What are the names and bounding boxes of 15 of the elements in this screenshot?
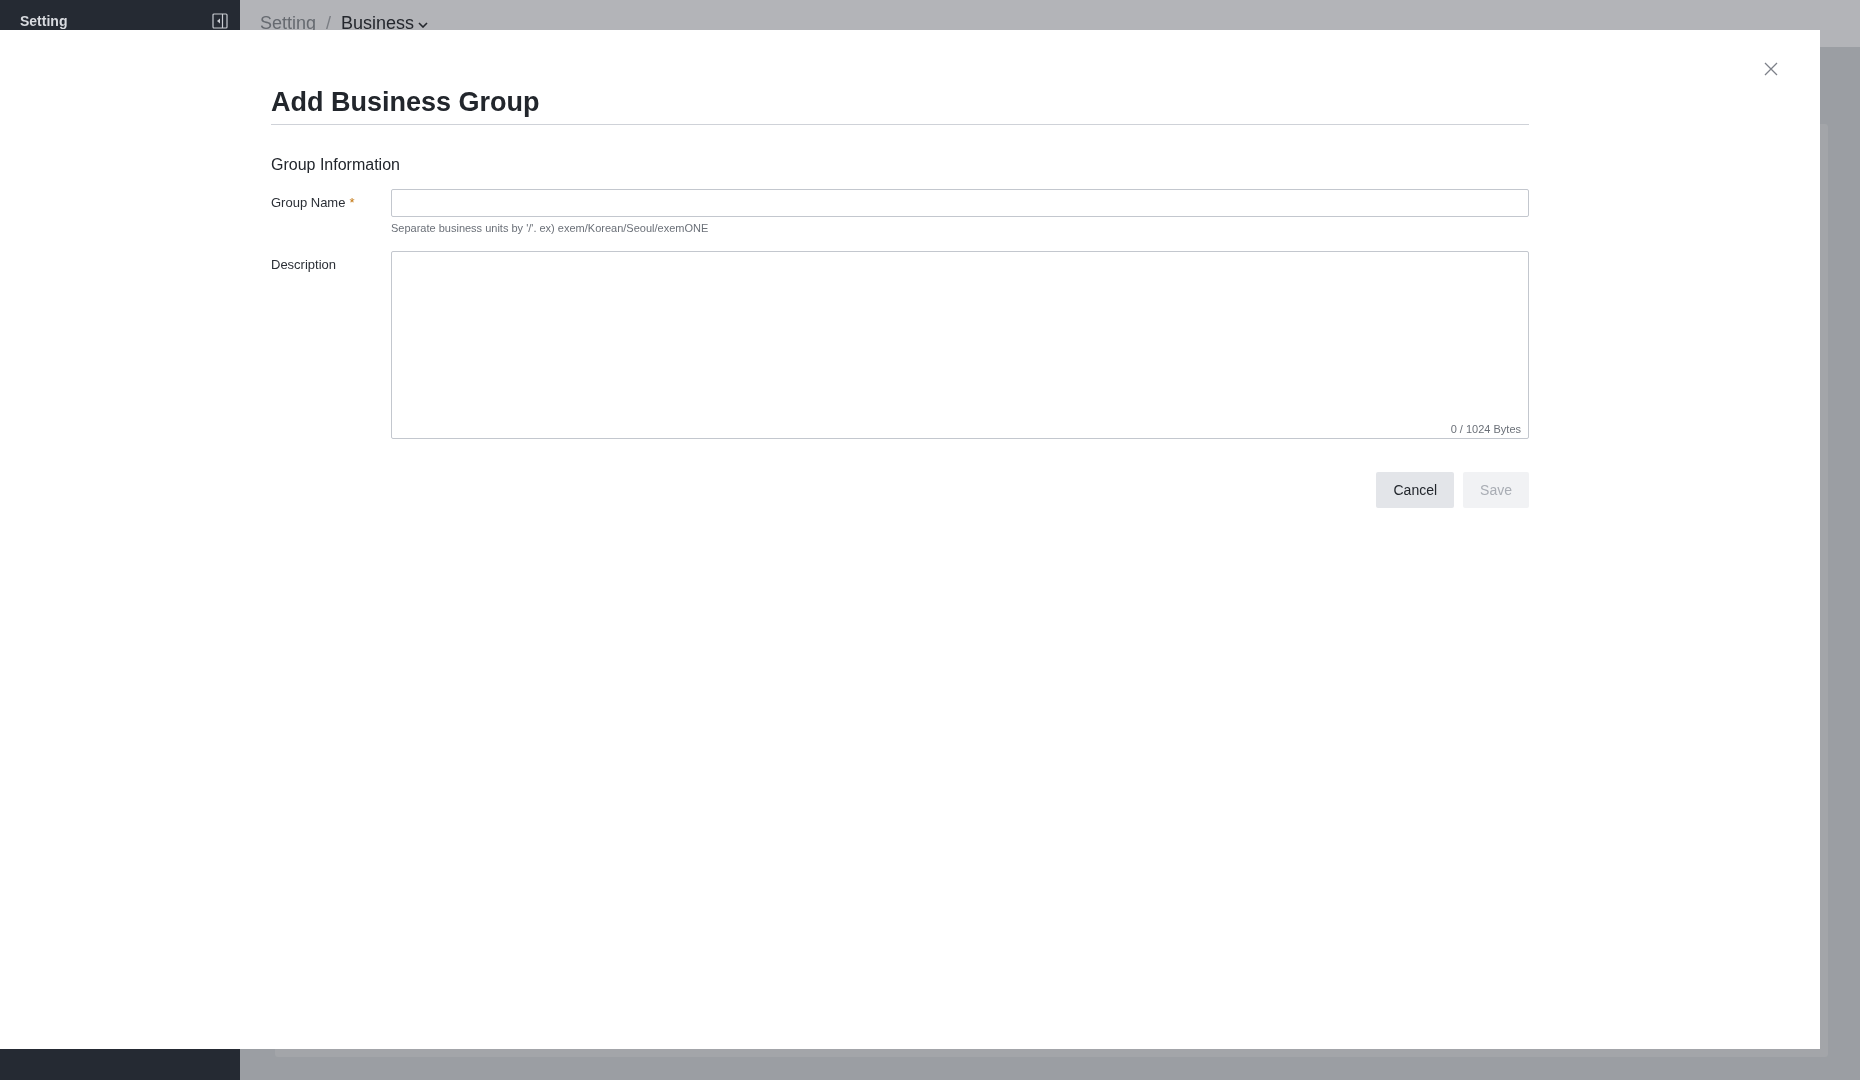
- dialog-title: Add Business Group: [271, 86, 541, 119]
- breadcrumb-link[interactable]: Business: [341, 12, 415, 34]
- field-label: Description: [271, 257, 337, 272]
- byte-counter: 0 / 1024 Bytes: [1450, 422, 1521, 436]
- helper-text: Separate business units by '/'. ex) exem/Korean/Seoul/exemONE: [391, 221, 709, 235]
- sidebar-title: Setting: [20, 11, 68, 31]
- section-title: Group Information: [271, 155, 401, 175]
- field-label: Group Name *: [271, 195, 355, 210]
- description-textarea[interactable]: 0 / 1024 Bytes: [391, 251, 1529, 439]
- text-input[interactable]: [391, 189, 1529, 217]
- panel-collapse-icon[interactable]: [212, 13, 228, 29]
- close-icon: [1764, 62, 1778, 76]
- cancel-button[interactable]: Cancel: [1376, 472, 1455, 508]
- chevron-down-icon[interactable]: [418, 21, 429, 28]
- breadcrumb-separator: /: [326, 12, 332, 34]
